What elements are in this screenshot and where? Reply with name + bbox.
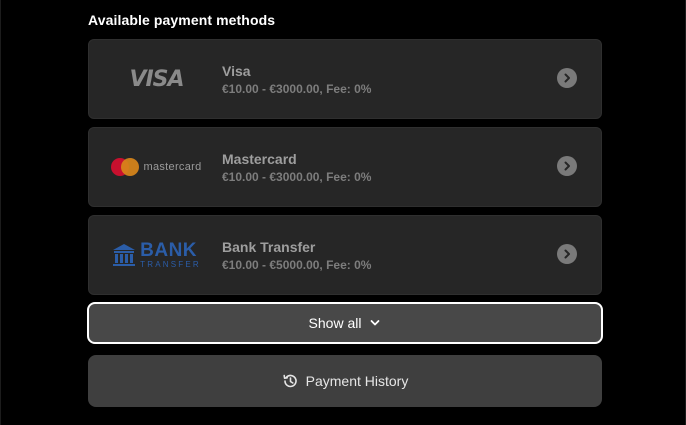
- method-range: €10.00 - €3000.00, Fee: 0%: [222, 170, 372, 184]
- mastercard-circles-icon: [111, 158, 140, 176]
- show-all-label: Show all: [308, 315, 362, 331]
- chevron-right-icon[interactable]: [557, 156, 577, 176]
- visa-logo: VISA: [99, 40, 214, 118]
- history-icon: [282, 373, 298, 389]
- mastercard-logo: mastercard: [99, 128, 214, 206]
- visa-logo-text: VISA: [129, 66, 184, 92]
- payment-method-visa[interactable]: VISA Visa €10.00 - €3000.00, Fee: 0%: [88, 39, 602, 119]
- payment-method-mastercard[interactable]: mastercard Mastercard €10.00 - €3000.00,…: [88, 127, 602, 207]
- method-range: €10.00 - €5000.00, Fee: 0%: [222, 258, 372, 272]
- mastercard-logo-text: mastercard: [143, 161, 202, 173]
- payment-methods-panel: Available payment methods VISA Visa €10.…: [0, 0, 686, 425]
- bank-transfer-logo: BANK TRANSFER: [99, 216, 214, 294]
- bank-building-icon: [113, 244, 136, 266]
- method-name: Visa: [222, 63, 251, 79]
- section-title: Available payment methods: [88, 12, 276, 28]
- payment-history-label: Payment History: [305, 373, 409, 389]
- chevron-down-icon: [369, 317, 381, 329]
- show-all-button[interactable]: Show all: [87, 302, 603, 344]
- bank-logo-text: BANK: [140, 240, 198, 261]
- payment-method-bank-transfer[interactable]: BANK TRANSFER Bank Transfer €10.00 - €50…: [88, 215, 602, 295]
- method-range: €10.00 - €3000.00, Fee: 0%: [222, 82, 372, 96]
- bank-logo-subtext: TRANSFER: [140, 260, 201, 269]
- chevron-right-icon[interactable]: [557, 244, 577, 264]
- payment-history-button[interactable]: Payment History: [88, 355, 602, 407]
- method-name: Bank Transfer: [222, 239, 316, 255]
- chevron-right-icon[interactable]: [557, 68, 577, 88]
- method-name: Mastercard: [222, 151, 297, 167]
